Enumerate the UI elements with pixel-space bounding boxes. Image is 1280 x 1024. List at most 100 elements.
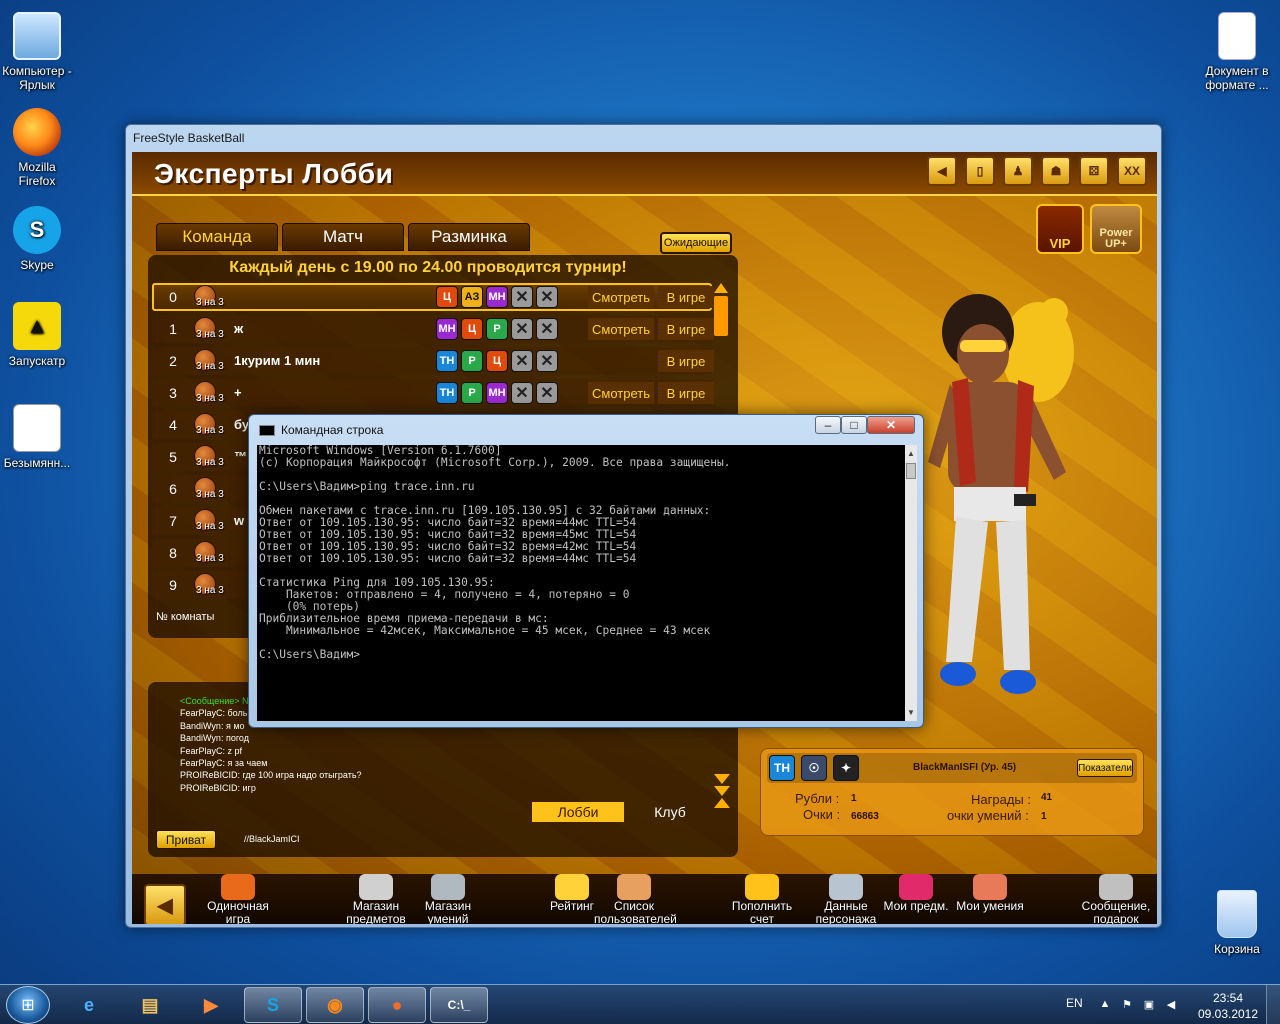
- item-shop-icon: [359, 874, 393, 900]
- desktop-icon-skype[interactable]: S Skype: [0, 206, 74, 272]
- chat-tab-club[interactable]: Клуб: [624, 802, 716, 822]
- desktop-icon-recycle-bin[interactable]: Корзина: [1200, 890, 1274, 956]
- desktop-icon-launcher[interactable]: ▲ Запускатр: [0, 302, 74, 368]
- chat-scrollbar[interactable]: [714, 772, 732, 810]
- back-arrow-icon[interactable]: ◀: [144, 884, 186, 924]
- watch-button[interactable]: Смотреть: [588, 286, 654, 308]
- chat-message: FearPlayC: боль: [180, 708, 248, 719]
- taskbar-basketball-icon[interactable]: ●: [368, 987, 426, 1023]
- taskbar-skype-icon[interactable]: S: [244, 987, 302, 1023]
- power-up-badge[interactable]: Power UP+: [1090, 204, 1142, 254]
- skill-shop-icon: [431, 874, 465, 900]
- room-mode: 3 на 3: [196, 585, 224, 596]
- rubles-label: Рубли :: [795, 791, 840, 806]
- chat-scroll-up-icon[interactable]: [714, 798, 730, 808]
- player-icon[interactable]: ♟: [1003, 156, 1033, 186]
- console-line: C:\Users\Вадим>: [259, 648, 361, 661]
- room-row[interactable]: 03 на 3 Ц АЗ МН ✕ ✕ Смотреть В игре: [152, 283, 714, 311]
- nav-solo-game[interactable]: Одиночная игра: [198, 874, 278, 924]
- taskbar: ⊞ e ▤ ▶ S ◉ ● C:\_ EN ▲ ⚑ ▣ ◀ 23:54 09.0…: [0, 984, 1280, 1024]
- room-position-badges: Ц АЗ МН ✕ ✕: [436, 286, 558, 308]
- tray-arrow-icon[interactable]: ▲: [1098, 997, 1112, 1011]
- desktop-icon-document[interactable]: Документ в формате ...: [1200, 12, 1274, 92]
- watch-button[interactable]: Смотреть: [588, 382, 654, 404]
- closed-slot-icon: ✕: [511, 318, 533, 340]
- scroll-thumb[interactable]: [714, 296, 728, 336]
- nav-my-skills[interactable]: Мои умения: [950, 874, 1030, 924]
- nav-message-gift[interactable]: Сообщение, подарок: [1076, 874, 1156, 924]
- watch-button[interactable]: Смотреть: [588, 318, 654, 340]
- nav-my-items[interactable]: Мои предм.: [876, 874, 956, 924]
- room-row[interactable]: 13 на 3 ж МН Ц Р ✕ ✕ Смотреть В игре: [152, 315, 714, 343]
- nav-item-shop[interactable]: Магазин предметов: [336, 874, 416, 924]
- taskbar-explorer-icon[interactable]: ▤: [121, 987, 179, 1023]
- maximize-button[interactable]: □: [841, 416, 867, 434]
- player-name: BlackManISFI (Ур. 45): [913, 762, 1017, 773]
- room-number: 3: [169, 385, 177, 401]
- chat-message: FearPlayC: я за чаем: [180, 758, 268, 768]
- close-button[interactable]: ✕: [867, 416, 915, 434]
- desktop-icon-firefox[interactable]: Mozilla Firefox: [0, 108, 74, 188]
- clock-date[interactable]: 09.03.2012: [1196, 1007, 1260, 1021]
- cmd-window: Командная строка – □ ✕ Microsoft Windows…: [248, 414, 924, 728]
- position-badge: ТН: [436, 350, 458, 372]
- scroll-up-icon[interactable]: [714, 283, 728, 293]
- clock-time[interactable]: 23:54: [1200, 991, 1256, 1005]
- xx-icon[interactable]: XX: [1117, 156, 1147, 186]
- stats-button[interactable]: Показатели: [1077, 759, 1133, 777]
- chat-tab-lobby[interactable]: Лобби: [532, 802, 624, 822]
- scroll-up-icon[interactable]: ▲: [907, 449, 915, 458]
- room-number: 7: [169, 513, 177, 529]
- header-icons: ◀ ▯ ♟ ☗ ⚄ XX: [927, 156, 1147, 186]
- nav-top-up[interactable]: Пополнить счет: [722, 874, 802, 924]
- exit-icon[interactable]: ◀: [927, 156, 957, 186]
- skill-points-value: 1: [1041, 811, 1047, 822]
- nav-character-data[interactable]: Данные персонажа: [806, 874, 886, 924]
- firefox-icon: [13, 108, 61, 156]
- vip-badge[interactable]: VIP: [1036, 204, 1084, 254]
- private-button[interactable]: Приват: [156, 830, 216, 849]
- chat-tabs: Лобби Клуб: [532, 802, 716, 822]
- network-icon[interactable]: ▣: [1142, 997, 1156, 1011]
- room-row[interactable]: 23 на 3 1курим 1 мин ТН Р Ц ✕ ✕ В игре: [152, 347, 714, 375]
- room-name: 1курим 1 мин: [234, 353, 321, 368]
- lobby-title: Эксперты Лобби: [154, 158, 394, 189]
- room-name: +: [234, 385, 242, 400]
- cmd-scrollbar[interactable]: ▲ ▼: [905, 445, 917, 721]
- show-desktop-button[interactable]: [1266, 985, 1280, 1024]
- chat-input[interactable]: //BlackJamICI: [224, 830, 704, 849]
- language-indicator[interactable]: EN: [1066, 996, 1083, 1010]
- waiting-button[interactable]: Ожидающие: [660, 232, 732, 254]
- nav-skill-shop[interactable]: Магазин умений: [408, 874, 488, 924]
- start-button[interactable]: ⊞: [6, 986, 50, 1024]
- tab-team[interactable]: Команда: [156, 223, 278, 251]
- bottom-nav: ◀ Одиночная игра Магазин предметов Магазин…: [132, 874, 1157, 924]
- nav-label: Одиночная игра: [207, 899, 269, 925]
- cmd-console[interactable]: Microsoft Windows [Version 6.1.7600] (c) …: [257, 445, 905, 721]
- desktop-icon-paint-file[interactable]: Безымянн...: [0, 404, 74, 470]
- chat-scroll-down-icon[interactable]: [714, 774, 730, 784]
- taskbar-ie-icon[interactable]: e: [60, 987, 118, 1023]
- door-icon[interactable]: ▯: [965, 156, 995, 186]
- action-center-icon[interactable]: ⚑: [1120, 997, 1134, 1011]
- dice-icon[interactable]: ⚄: [1079, 156, 1109, 186]
- minimize-button[interactable]: –: [815, 416, 841, 434]
- chat-scroll-down-icon[interactable]: [714, 786, 730, 796]
- taskbar-cmd-icon[interactable]: C:\_: [430, 987, 488, 1023]
- taskbar-media-player-icon[interactable]: ▶: [182, 987, 240, 1023]
- game-window-title: FreeStyle BasketBall: [133, 131, 245, 145]
- volume-icon[interactable]: ◀: [1164, 997, 1178, 1011]
- room-status: В игре: [658, 286, 714, 308]
- taskbar-firefox-icon[interactable]: ◉: [306, 987, 364, 1023]
- scroll-down-icon[interactable]: ▼: [907, 708, 915, 717]
- position-badge: МН: [486, 286, 508, 308]
- desktop-icon-computer[interactable]: Компьютер - Ярлык: [0, 12, 74, 92]
- room-row[interactable]: 33 на 3 + ТН Р МН ✕ ✕ Смотреть В игре: [152, 379, 714, 407]
- tab-match[interactable]: Матч: [282, 223, 404, 251]
- ghost-icon[interactable]: ☗: [1041, 156, 1071, 186]
- room-status: В игре: [658, 350, 714, 372]
- nav-user-list[interactable]: Список пользователей: [594, 874, 677, 924]
- scroll-thumb[interactable]: [906, 463, 916, 479]
- tab-warmup[interactable]: Разминка: [408, 223, 530, 251]
- cmd-icon: [259, 425, 275, 436]
